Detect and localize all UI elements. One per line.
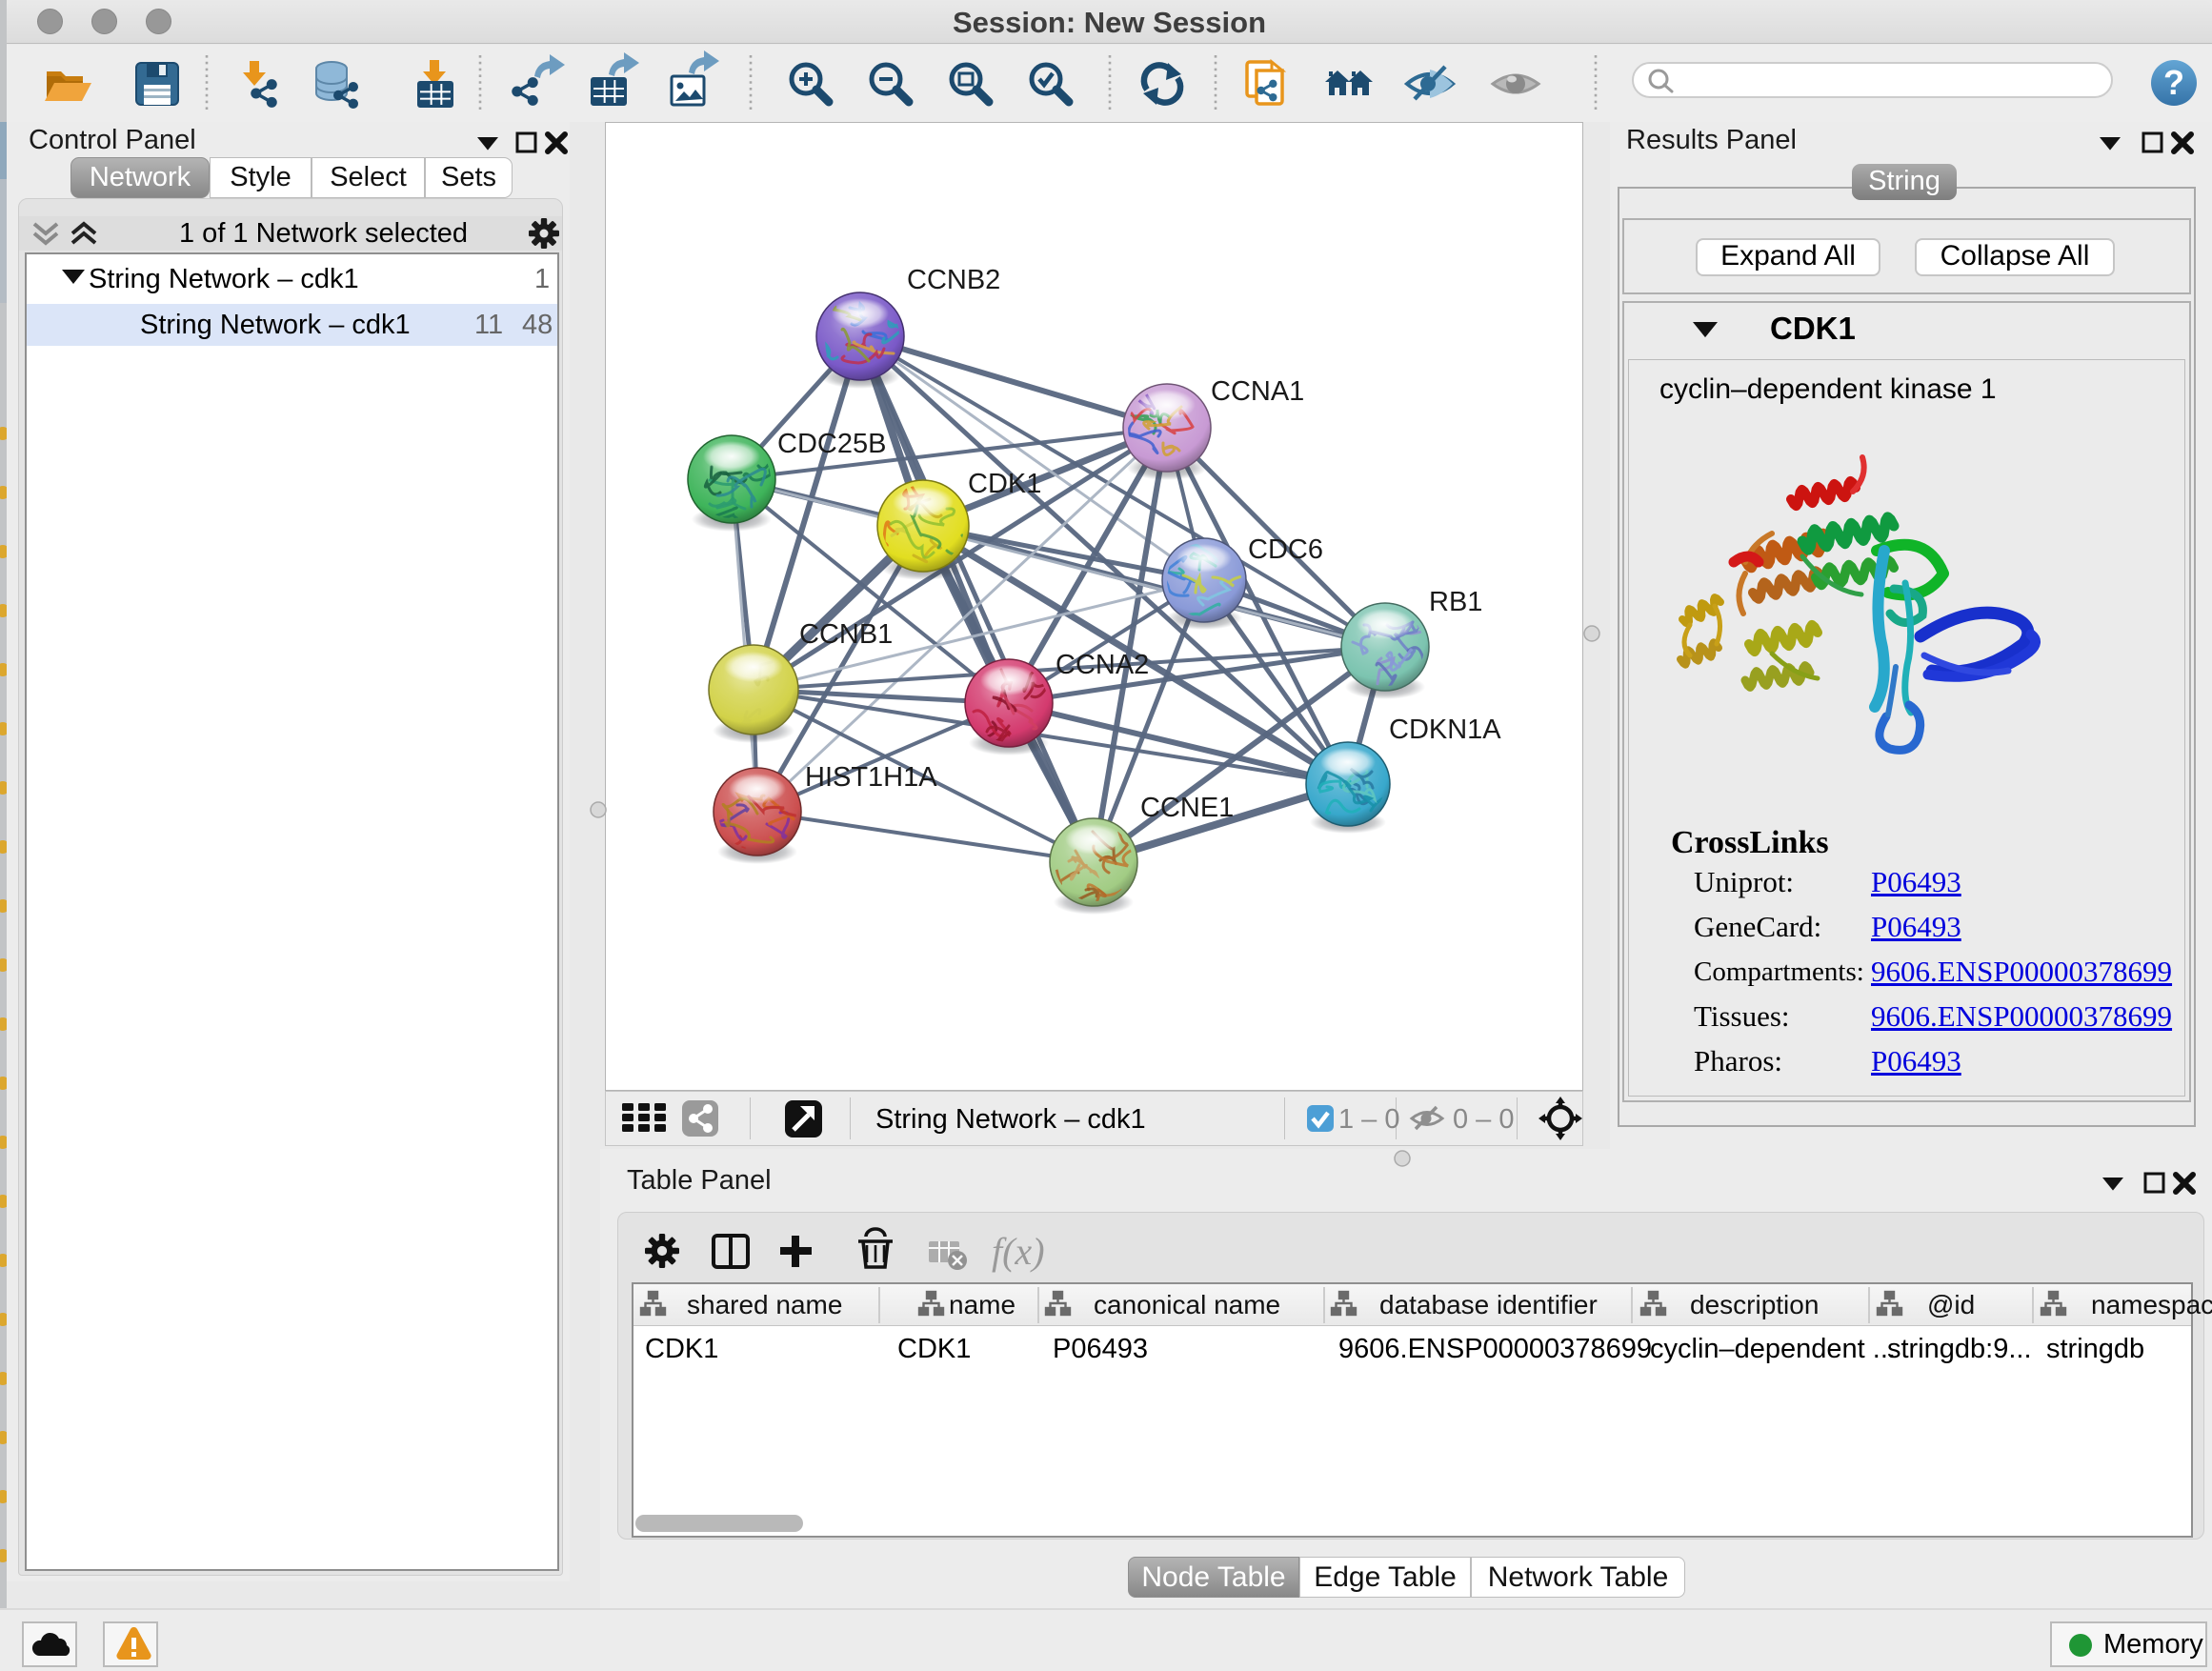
svg-text:CCNB1: CCNB1 — [799, 619, 893, 650]
svg-text:CCNA1: CCNA1 — [1211, 376, 1304, 407]
svg-text:f(x): f(x) — [992, 1230, 1045, 1273]
svg-text:CDK1: CDK1 — [968, 469, 1041, 499]
svg-text:CDC6: CDC6 — [1248, 534, 1323, 565]
svg-text:CCNE1: CCNE1 — [1140, 793, 1234, 823]
svg-text:CDKN1A: CDKN1A — [1389, 715, 1501, 745]
svg-text:CCNB2: CCNB2 — [907, 265, 1000, 295]
svg-text:CDC25B: CDC25B — [777, 429, 886, 459]
svg-text:CCNA2: CCNA2 — [1056, 650, 1149, 680]
svg-text:?: ? — [2163, 63, 2184, 102]
svg-text:RB1: RB1 — [1429, 587, 1482, 617]
svg-text:HIST1H1A: HIST1H1A — [805, 762, 937, 793]
